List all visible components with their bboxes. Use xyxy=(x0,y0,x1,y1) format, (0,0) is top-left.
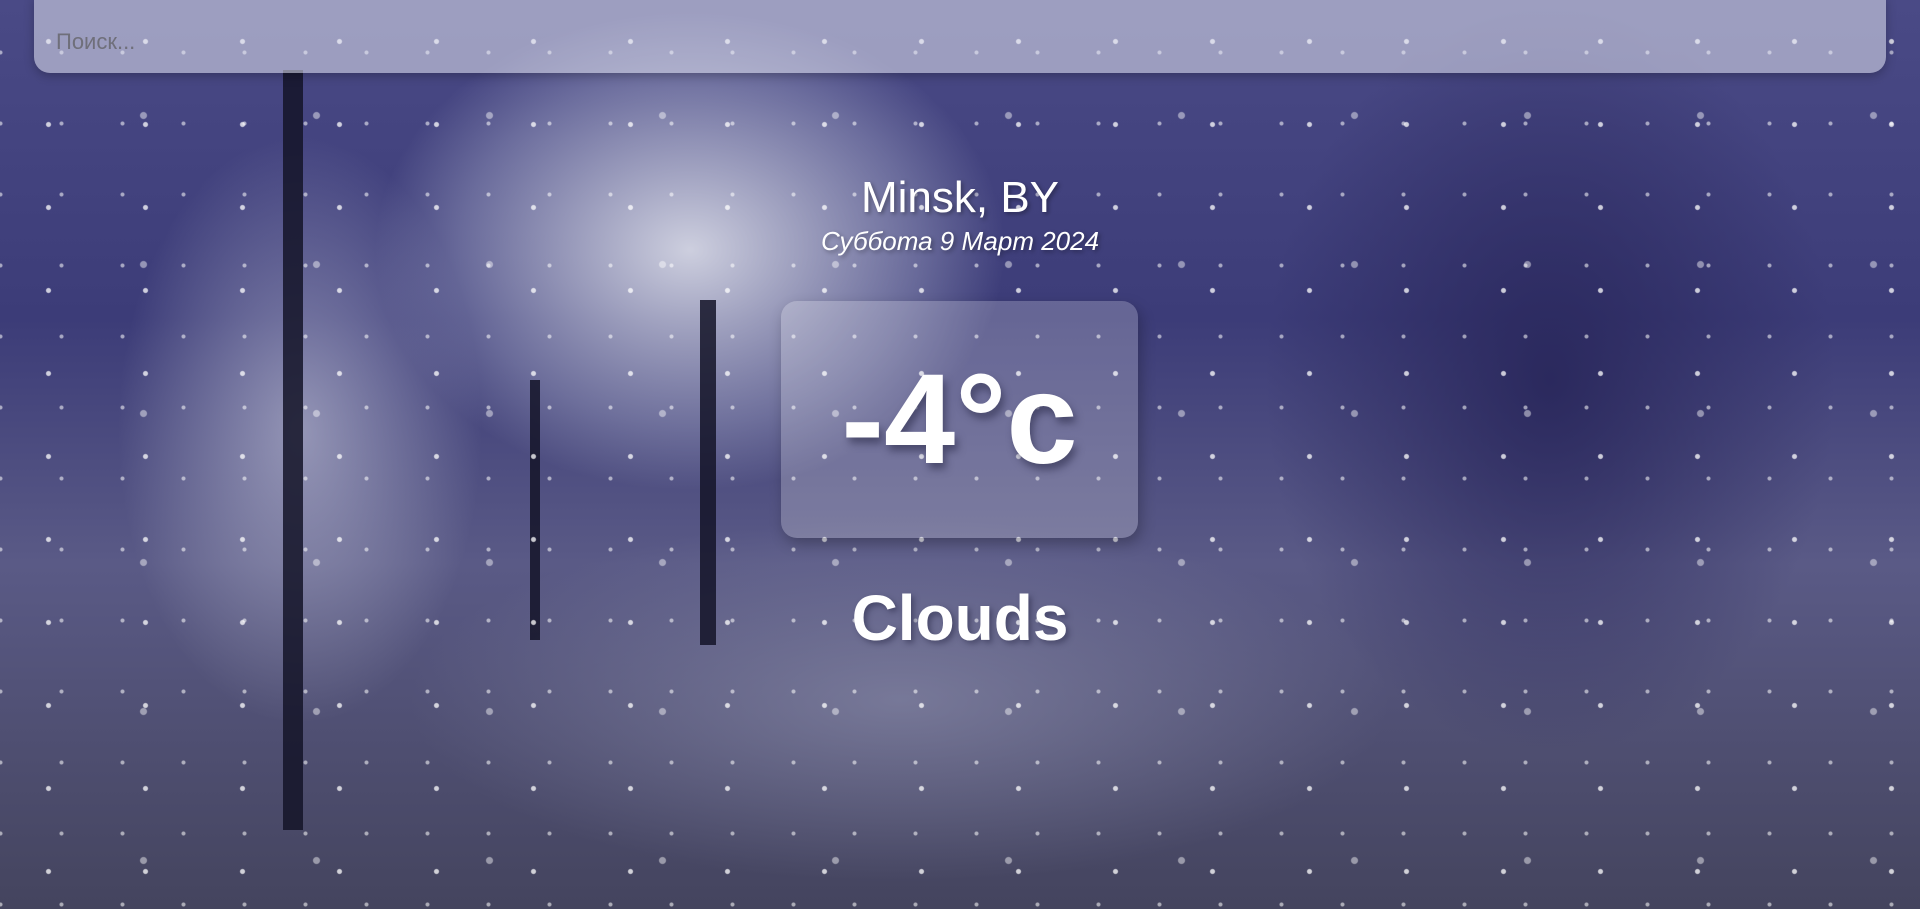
search-box xyxy=(34,0,1886,73)
weather-app: Minsk, BY Суббота 9 Март 2024 -4°c Cloud… xyxy=(0,0,1920,909)
temperature-card: -4°c xyxy=(781,301,1138,538)
current-date: Суббота 9 Март 2024 xyxy=(820,226,1100,256)
temperature-value: -4°c xyxy=(841,347,1078,491)
search-input[interactable] xyxy=(34,0,1886,73)
location-block: Minsk, BY Суббота 9 Март 2024 xyxy=(0,172,1920,256)
weather-condition: Clouds xyxy=(851,582,1069,654)
city-name: Minsk, BY xyxy=(860,173,1060,222)
